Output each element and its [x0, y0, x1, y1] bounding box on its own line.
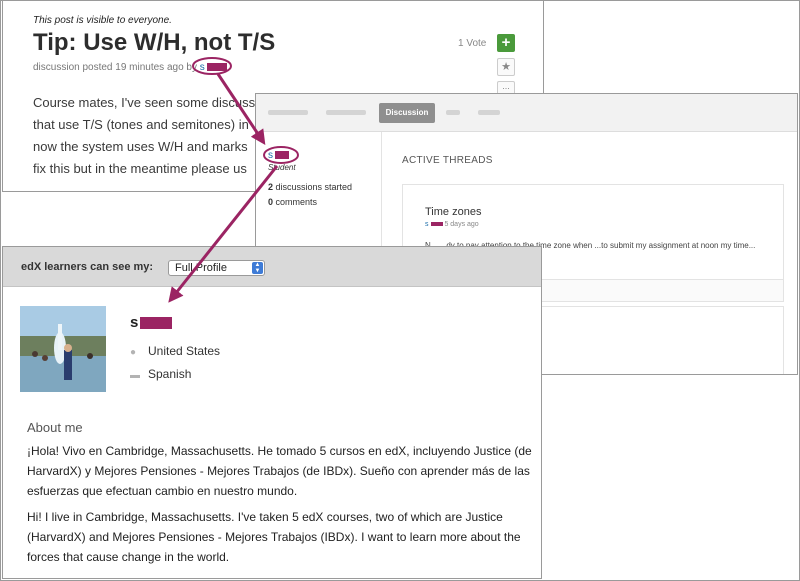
nav-tab-blurred[interactable]	[478, 110, 500, 115]
redacted-name	[206, 63, 227, 72]
active-threads-heading: ACTIVE THREADS	[402, 155, 493, 166]
comments-stat: 0 comments	[268, 197, 318, 207]
redacted-name	[140, 317, 173, 330]
post-title: Tip: Use W/H, not T/S	[33, 29, 276, 56]
course-nav-bar: Discussion	[256, 94, 797, 132]
post-meta-text: discussion posted 19 minutes ago by	[33, 62, 197, 73]
learner-profile-panel: edX learners can see my: Full Profile ▲ ▼…	[2, 246, 542, 579]
map-pin-icon: ●	[130, 347, 137, 358]
visibility-label: edX learners can see my:	[21, 261, 154, 273]
vote-button[interactable]: +	[497, 34, 515, 52]
profile-username: s	[130, 314, 173, 331]
visibility-select[interactable]: Full Profile ▲ ▼	[168, 260, 265, 276]
thread-title[interactable]: Time zones	[425, 206, 481, 218]
vote-count: 1 Vote	[458, 38, 487, 49]
speech-bubble-icon: ▬	[130, 370, 140, 381]
discussions-started-stat: 2 discussions started	[268, 182, 353, 192]
post-meta: discussion posted 19 minutes ago by s	[33, 62, 227, 73]
tab-discussion[interactable]: Discussion	[379, 103, 435, 123]
profile-location: ● United States	[130, 344, 221, 358]
about-me-heading: About me	[27, 420, 83, 435]
sidebar-username-link[interactable]: s	[268, 150, 289, 161]
nav-tab-blurred[interactable]	[446, 110, 460, 115]
profile-visibility-bar: edX learners can see my: Full Profile ▲ ▼	[3, 247, 541, 287]
profile-photo	[20, 306, 106, 392]
post-visibility-note: This post is visible to everyone.	[33, 15, 172, 26]
post-author-link[interactable]: s	[200, 62, 227, 73]
nav-tab-blurred[interactable]	[326, 110, 366, 115]
follow-star-button[interactable]: ★	[497, 58, 515, 76]
user-role: Student	[268, 163, 296, 172]
profile-language: ▬ Spanish	[130, 367, 192, 381]
about-me-english: Hi! I live in Cambridge, Massachusetts. …	[27, 510, 521, 564]
redacted-name	[430, 222, 443, 227]
redacted-name	[275, 151, 289, 160]
about-me-spanish: ¡Hola! Vivo en Cambridge, Massachusetts.…	[27, 444, 532, 498]
nav-tab-blurred[interactable]	[268, 110, 308, 115]
thread-meta: s 5 days ago	[425, 221, 479, 228]
select-arrows-icon: ▲ ▼	[252, 262, 263, 274]
